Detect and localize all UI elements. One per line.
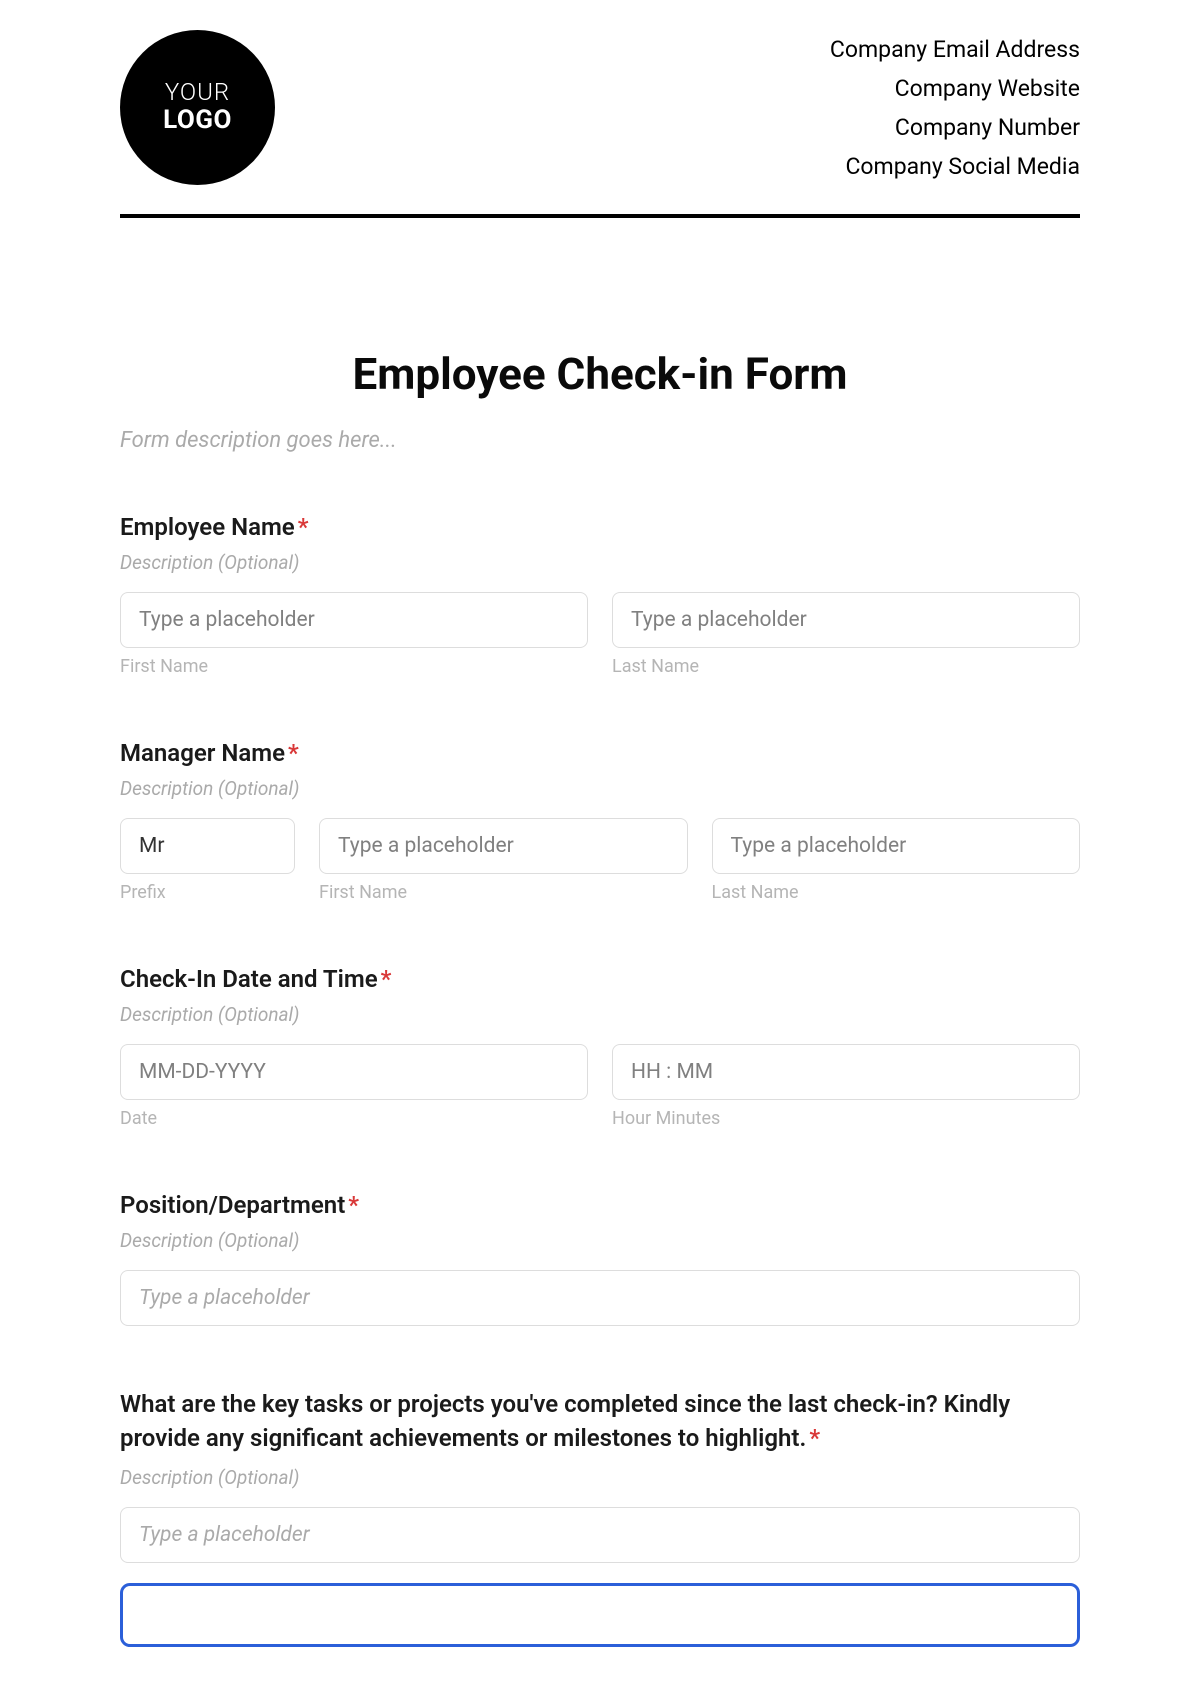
checkin-time-input[interactable] (612, 1044, 1080, 1100)
header: YOUR LOGO Company Email Address Company … (120, 30, 1080, 218)
company-social: Company Social Media (830, 147, 1080, 186)
logo-line2: LOGO (163, 106, 232, 136)
manager-first-name-input[interactable] (319, 818, 688, 874)
first-name-sublabel: First Name (319, 882, 688, 903)
key-tasks-label: What are the key tasks or projects you'v… (120, 1388, 1080, 1455)
manager-name-group: Manager Name* Description (Optional) Pre… (120, 739, 1080, 903)
last-name-sublabel: Last Name (612, 656, 1080, 677)
required-asterisk: * (381, 965, 392, 993)
employee-name-desc[interactable]: Description (Optional) (120, 551, 1080, 574)
key-tasks-desc[interactable]: Description (Optional) (120, 1466, 1080, 1489)
company-website: Company Website (830, 69, 1080, 108)
employee-last-name-input[interactable] (612, 592, 1080, 648)
employee-name-group: Employee Name* Description (Optional) Fi… (120, 513, 1080, 677)
position-label: Position/Department* (120, 1191, 1080, 1219)
hour-min-sublabel: Hour Minutes (612, 1108, 1080, 1129)
company-email: Company Email Address (830, 30, 1080, 69)
position-desc[interactable]: Description (Optional) (120, 1229, 1080, 1252)
manager-name-label: Manager Name* (120, 739, 1080, 767)
logo-line1: YOUR (165, 79, 230, 107)
position-input[interactable] (120, 1270, 1080, 1326)
logo: YOUR LOGO (120, 30, 275, 185)
date-sublabel: Date (120, 1108, 588, 1129)
position-group: Position/Department* Description (Option… (120, 1191, 1080, 1326)
company-info: Company Email Address Company Website Co… (830, 30, 1080, 186)
checkin-datetime-desc[interactable]: Description (Optional) (120, 1003, 1080, 1026)
form-title: Employee Check-in Form (120, 348, 1080, 400)
required-asterisk: * (348, 1191, 359, 1219)
checkin-date-input[interactable] (120, 1044, 588, 1100)
manager-name-desc[interactable]: Description (Optional) (120, 777, 1080, 800)
employee-name-label: Employee Name* (120, 513, 1080, 541)
required-asterisk: * (288, 739, 299, 767)
company-number: Company Number (830, 108, 1080, 147)
checkin-datetime-label: Check-In Date and Time* (120, 965, 1080, 993)
form-description[interactable]: Form description goes here... (120, 428, 1080, 453)
last-name-sublabel: Last Name (712, 882, 1081, 903)
checkin-datetime-group: Check-In Date and Time* Description (Opt… (120, 965, 1080, 1129)
key-tasks-input[interactable] (120, 1507, 1080, 1563)
manager-last-name-input[interactable] (712, 818, 1081, 874)
key-tasks-group: What are the key tasks or projects you'v… (120, 1388, 1080, 1562)
first-name-sublabel: First Name (120, 656, 588, 677)
required-asterisk: * (809, 1424, 820, 1452)
selected-field-outline[interactable] (120, 1583, 1080, 1647)
employee-first-name-input[interactable] (120, 592, 588, 648)
prefix-sublabel: Prefix (120, 882, 295, 903)
required-asterisk: * (298, 513, 309, 541)
manager-prefix-input[interactable] (120, 818, 295, 874)
